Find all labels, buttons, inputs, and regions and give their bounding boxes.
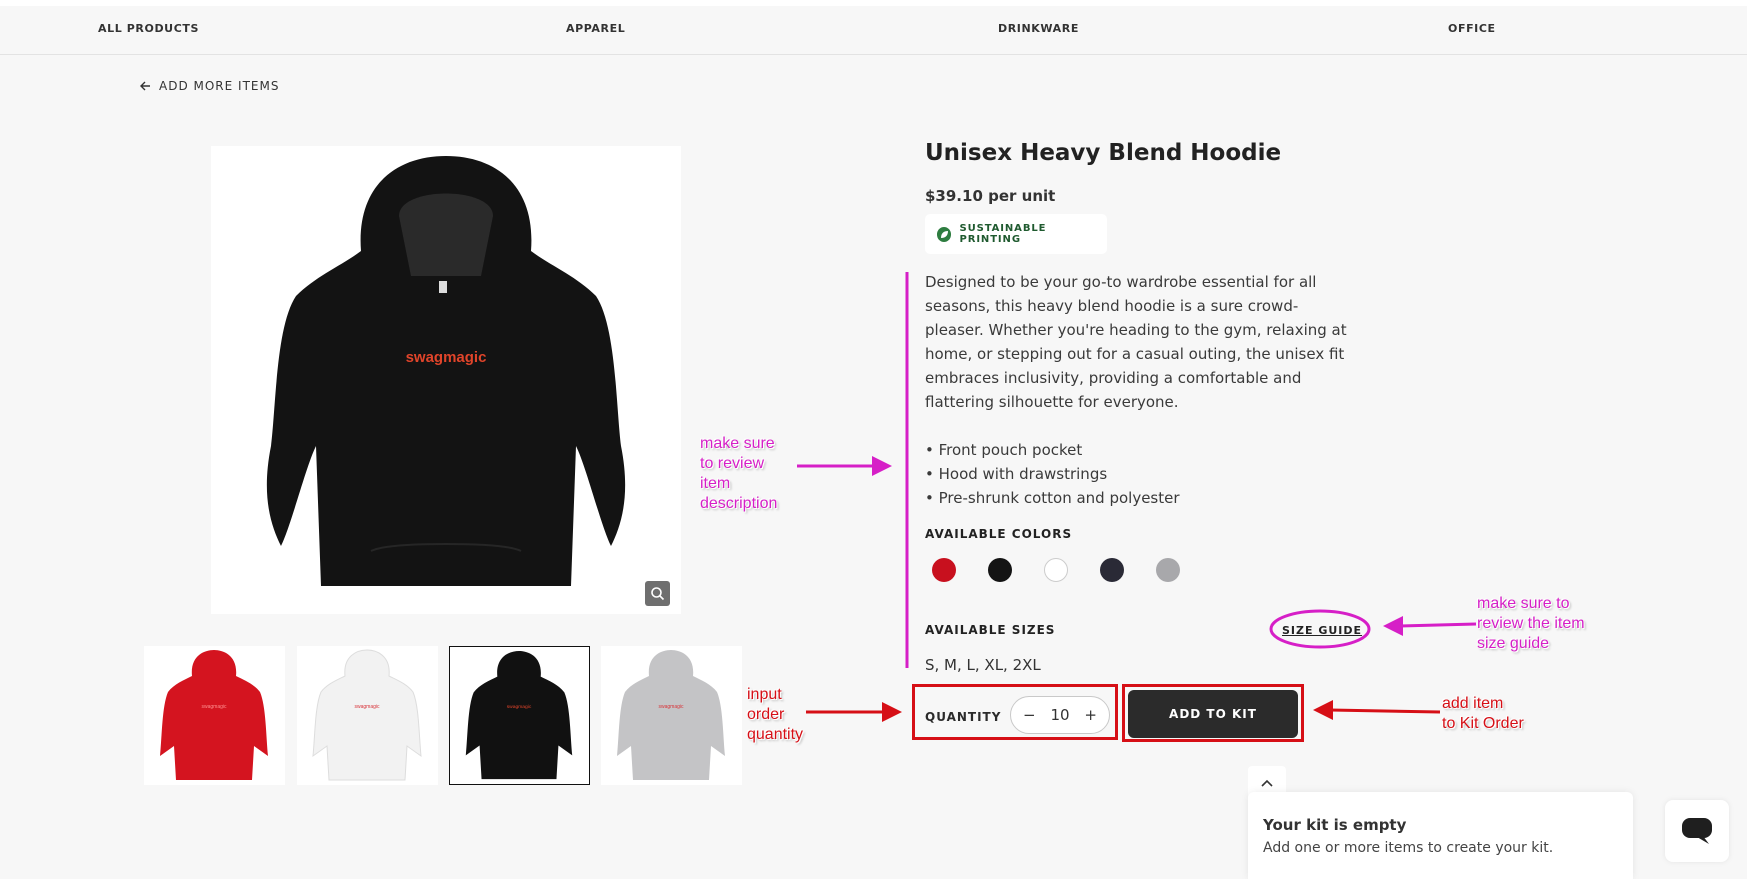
annotation-description: make sure to review item description (700, 435, 778, 512)
product-price: $39.10 per unit (925, 187, 1056, 205)
annotation-add-item: add item to Kit Order (1442, 695, 1524, 732)
feature-item: • Pre-shrunk cotton and polyester (925, 489, 1180, 507)
kit-empty-subtitle: Add one or more items to create your kit… (1263, 840, 1554, 856)
zoom-button[interactable] (645, 581, 670, 606)
nav-all-products[interactable]: ALL PRODUCTS (98, 22, 199, 35)
leaf-icon (937, 226, 952, 242)
chat-button[interactable] (1665, 800, 1729, 862)
product-main-image: swagmagic (211, 146, 681, 614)
nav-drinkware[interactable]: DRINKWARE (998, 22, 1079, 35)
chat-bubble-icon (1682, 818, 1712, 844)
color-swatch-black[interactable] (988, 558, 1012, 582)
size-guide-link[interactable]: SIZE GUIDE (1282, 624, 1362, 637)
kit-empty-title: Your kit is empty (1263, 816, 1407, 834)
color-swatch-navy[interactable] (1100, 558, 1124, 582)
nav-office[interactable]: OFFICE (1448, 22, 1496, 35)
chevron-up-icon (1261, 779, 1273, 787)
annotation-quantity: input order quantity (747, 686, 804, 743)
sustainable-badge: SUSTAINABLE PRINTING (925, 214, 1107, 254)
feature-item: • Hood with drawstrings (925, 465, 1108, 483)
sizes-list: S, M, L, XL, 2XL (925, 656, 1041, 674)
thumb-logo: swagmagic (354, 704, 380, 710)
thumb-logo: swagmagic (658, 704, 684, 710)
product-title: Unisex Heavy Blend Hoodie (925, 140, 1282, 166)
feature-item: • Front pouch pocket (925, 441, 1083, 459)
hoodie-thumbnail-image: swagmagic (617, 650, 725, 780)
thumb-logo: swagmagic (507, 704, 532, 710)
thumbnail-white[interactable]: swagmagic (297, 646, 438, 785)
hoodie-thumbnail-image: swagmagic (312, 649, 422, 781)
nav-apparel[interactable]: APPAREL (566, 22, 625, 35)
thumbnail-red[interactable]: swagmagic (144, 646, 285, 785)
color-swatch-red[interactable] (932, 558, 956, 582)
hoodie-thumbnail-image: swagmagic (160, 650, 268, 780)
colors-label: AVAILABLE COLORS (925, 527, 1073, 541)
thumbnail-black-selected[interactable]: swagmagic (449, 646, 590, 785)
hoodie-logo-text: swagmagic (406, 349, 487, 366)
feature-list: • Front pouch pocket • Hood with drawstr… (925, 438, 1355, 510)
thumbnail-gray[interactable]: swagmagic (601, 646, 742, 785)
hoodie-image: swagmagic (266, 156, 626, 586)
magnifier-icon (651, 587, 665, 601)
thumb-logo: swagmagic (201, 704, 227, 710)
description-text: Designed to be your go-to wardrobe essen… (925, 273, 1347, 411)
arrow-left-icon (140, 81, 150, 91)
top-nav: ALL PRODUCTS APPAREL DRINKWARE OFFICE (0, 6, 1747, 55)
kit-panel: Your kit is empty Add one or more items … (1248, 792, 1633, 879)
annotation-size-guide: make sure to review the item size guide (1477, 595, 1585, 652)
badge-label: SUSTAINABLE PRINTING (959, 223, 1047, 245)
sizes-label: AVAILABLE SIZES (925, 623, 1056, 637)
add-more-items-link[interactable]: ADD MORE ITEMS (139, 79, 279, 93)
add-to-kit-highlight-box (1122, 684, 1304, 742)
product-description: Designed to be your go-to wardrobe essen… (925, 270, 1355, 510)
color-swatch-gray[interactable] (1156, 558, 1180, 582)
hoodie-thumbnail-image: swagmagic (465, 650, 573, 780)
add-more-items-label: ADD MORE ITEMS (159, 79, 280, 93)
quantity-highlight-box (912, 684, 1118, 740)
color-swatch-white[interactable] (1044, 558, 1068, 582)
